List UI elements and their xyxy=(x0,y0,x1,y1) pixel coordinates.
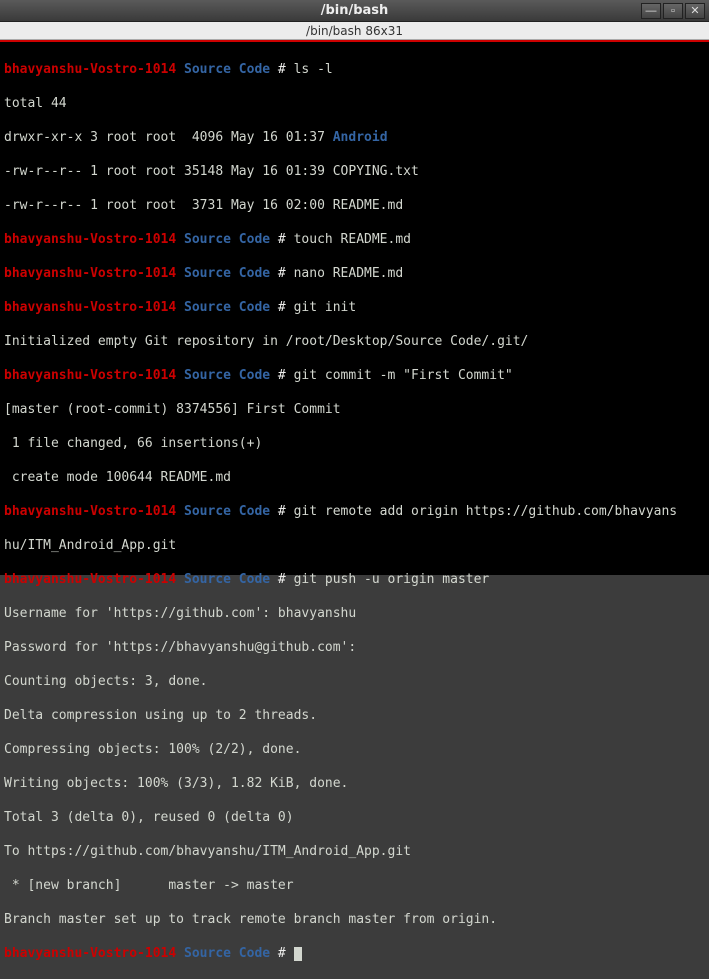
prompt-sep: # xyxy=(270,504,293,519)
output-line: Compressing objects: 100% (2/2), done. xyxy=(4,741,705,758)
prompt-dir: Source Code xyxy=(184,232,270,247)
prompt-host: bhavyanshu-Vostro-1014 xyxy=(4,572,176,587)
output-line: Branch master set up to track remote bra… xyxy=(4,911,705,928)
command-text: git push -u origin master xyxy=(294,572,490,587)
output-line: drwxr-xr-x 3 root root 4096 May 16 01:37 xyxy=(4,130,333,145)
command-text: git init xyxy=(294,300,357,315)
window-titlebar: /bin/bash — ▫ ✕ xyxy=(0,0,709,22)
command-text: ls -l xyxy=(294,62,333,77)
output-line: -rw-r--r-- 1 root root 3731 May 16 02:00… xyxy=(4,197,705,214)
prompt-dir: Source Code xyxy=(184,504,270,519)
output-line: To https://github.com/bhavyanshu/ITM_And… xyxy=(4,843,705,860)
command-text-wrap: hu/ITM_Android_App.git xyxy=(4,537,705,554)
close-button[interactable]: ✕ xyxy=(685,3,705,19)
output-line: Password for 'https://bhavyanshu@github.… xyxy=(4,639,705,656)
output-line: -rw-r--r-- 1 root root 35148 May 16 01:3… xyxy=(4,163,705,180)
output-line: Writing objects: 100% (3/3), 1.82 KiB, d… xyxy=(4,775,705,792)
prompt-host: bhavyanshu-Vostro-1014 xyxy=(4,300,176,315)
window-title: /bin/bash xyxy=(321,3,389,18)
directory-name: Android xyxy=(333,130,388,145)
prompt-host: bhavyanshu-Vostro-1014 xyxy=(4,266,176,281)
prompt-sep: # xyxy=(270,572,293,587)
prompt-host: bhavyanshu-Vostro-1014 xyxy=(4,62,176,77)
prompt-sep: # xyxy=(270,946,293,961)
command-text: nano README.md xyxy=(294,266,404,281)
output-line: total 44 xyxy=(4,95,705,112)
command-text: git commit -m "First Commit" xyxy=(294,368,513,383)
prompt-host: bhavyanshu-Vostro-1014 xyxy=(4,946,176,961)
prompt-host: bhavyanshu-Vostro-1014 xyxy=(4,368,176,383)
output-line: create mode 100644 README.md xyxy=(4,469,705,486)
prompt-dir: Source Code xyxy=(184,62,270,77)
status-text: /bin/bash 86x31 xyxy=(306,24,403,38)
prompt-dir: Source Code xyxy=(184,368,270,383)
window-controls: — ▫ ✕ xyxy=(641,3,705,19)
output-line: Counting objects: 3, done. xyxy=(4,673,705,690)
prompt-sep: # xyxy=(270,62,293,77)
output-line: Initialized empty Git repository in /roo… xyxy=(4,333,705,350)
prompt-sep: # xyxy=(270,266,293,281)
prompt-dir: Source Code xyxy=(184,266,270,281)
prompt-dir: Source Code xyxy=(184,300,270,315)
prompt-sep: # xyxy=(270,232,293,247)
prompt-sep: # xyxy=(270,368,293,383)
output-line: Username for 'https://github.com': bhavy… xyxy=(4,605,705,622)
prompt-host: bhavyanshu-Vostro-1014 xyxy=(4,504,176,519)
prompt-host: bhavyanshu-Vostro-1014 xyxy=(4,232,176,247)
output-line: 1 file changed, 66 insertions(+) xyxy=(4,435,705,452)
minimize-button[interactable]: — xyxy=(641,3,661,19)
maximize-button[interactable]: ▫ xyxy=(663,3,683,19)
cursor[interactable] xyxy=(294,947,302,961)
output-line: [master (root-commit) 8374556] First Com… xyxy=(4,401,705,418)
terminal-statusbar: /bin/bash 86x31 xyxy=(0,22,709,40)
command-text: touch README.md xyxy=(294,232,411,247)
output-line: * [new branch] master -> master xyxy=(4,877,705,894)
prompt-dir: Source Code xyxy=(184,946,270,961)
prompt-sep: # xyxy=(270,300,293,315)
output-line: Total 3 (delta 0), reused 0 (delta 0) xyxy=(4,809,705,826)
prompt-dir: Source Code xyxy=(184,572,270,587)
command-text: git remote add origin https://github.com… xyxy=(294,504,678,519)
terminal-output[interactable]: bhavyanshu-Vostro-1014 Source Code # ls … xyxy=(0,40,709,575)
output-line: Delta compression using up to 2 threads. xyxy=(4,707,705,724)
